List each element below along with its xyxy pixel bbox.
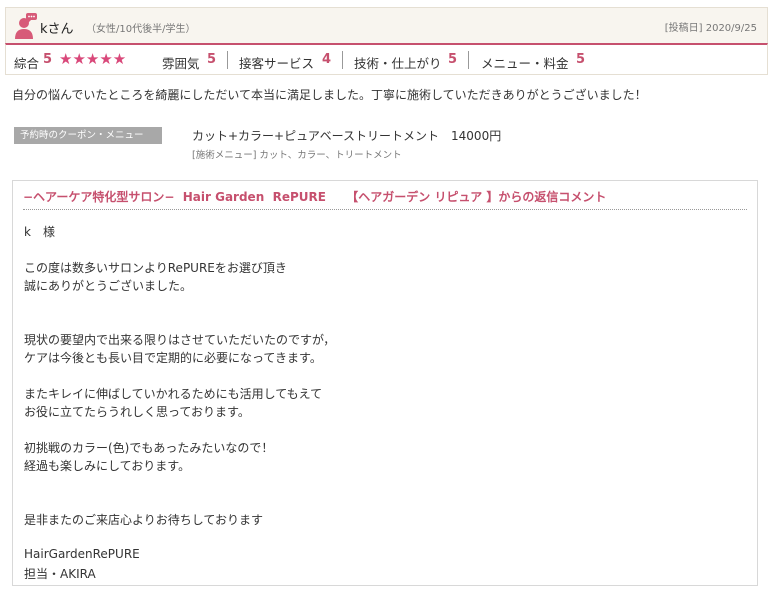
rating-skill-score: 5: [448, 52, 458, 67]
reviewer-name: kさん: [40, 22, 74, 37]
coupon-name[interactable]: カット+カラー+ピュアベーストリートメント 14000円: [192, 127, 501, 144]
rating-service-score: 4: [322, 52, 332, 67]
rating-atmosphere-label: 雰囲気: [162, 56, 200, 71]
rating-skill-label: 技術・仕上がり: [354, 56, 442, 71]
reply-line: 担当・AKIRA: [24, 567, 96, 581]
reviewer-info: （女性/10代後半/学生）: [86, 24, 196, 35]
overall-rating-score: 5: [43, 52, 53, 67]
reply-line: またキレイに伸ばしていかれるためにも活用してもえて: [24, 387, 323, 401]
reply-line: 是非またのご来店心よりお待ちしております: [24, 513, 264, 527]
reply-line: k 様: [24, 225, 55, 239]
coupon-detail: [施術メニュー] カット、カラー、トリートメント: [192, 150, 402, 161]
review-header: kさん （女性/10代後半/学生） [投稿日] 2020/9/25: [5, 7, 768, 43]
overall-rating-label: 綜合: [14, 56, 40, 71]
reply-line: HairGardenRePURE: [24, 547, 140, 561]
post-date: [投稿日] 2020/9/25: [664, 23, 757, 34]
reply-title: −ヘアーケア特化型サロン− Hair Garden RePURE 【ヘアガーデン…: [23, 190, 607, 204]
reply-line: 経過も楽しみにしております。: [24, 459, 191, 473]
reply-line: この度は数多いサロンよりRePUREをお選び頂き: [24, 261, 287, 275]
rating-menu-price-score: 5: [576, 52, 586, 67]
ratings-bar: 綜合 5 ★★★★★ 雰囲気 5 接客サービス 4 技術・仕上がり 5 メニュー…: [5, 43, 768, 75]
rating-divider: [468, 51, 469, 69]
reply-line: ケアは今後とも長い目で定期的に必要になってきます。: [24, 351, 322, 365]
rating-divider: [227, 51, 228, 69]
rating-service-label: 接客サービス: [239, 56, 315, 71]
reply-line: 誠にありがとうございました。: [24, 279, 193, 293]
reply-divider: [23, 209, 747, 210]
rating-stars-icon: ★★★★★: [59, 50, 127, 68]
user-avatar-icon: [15, 13, 37, 39]
reply-line: 現状の要望内で出来る限りはさせていただいたのですが，: [24, 333, 336, 347]
review-body: 自分の悩んでいたところを綺麗にしただいて本当に満足しました。丁寧に施術していただ…: [12, 88, 647, 102]
rating-menu-price-label: メニュー・料金: [481, 56, 569, 71]
reply-line: 初挑戦のカラー(色)でもあったみたいなので！: [24, 441, 274, 455]
coupon-badge: 予約時のクーポン・メニュー: [14, 127, 162, 144]
salon-reply-box: −ヘアーケア特化型サロン− Hair Garden RePURE 【ヘアガーデン…: [12, 180, 758, 586]
rating-atmosphere-score: 5: [207, 52, 217, 67]
reply-line: お役に立てたらうれしく思っております。: [24, 405, 250, 419]
rating-divider: [342, 51, 343, 69]
